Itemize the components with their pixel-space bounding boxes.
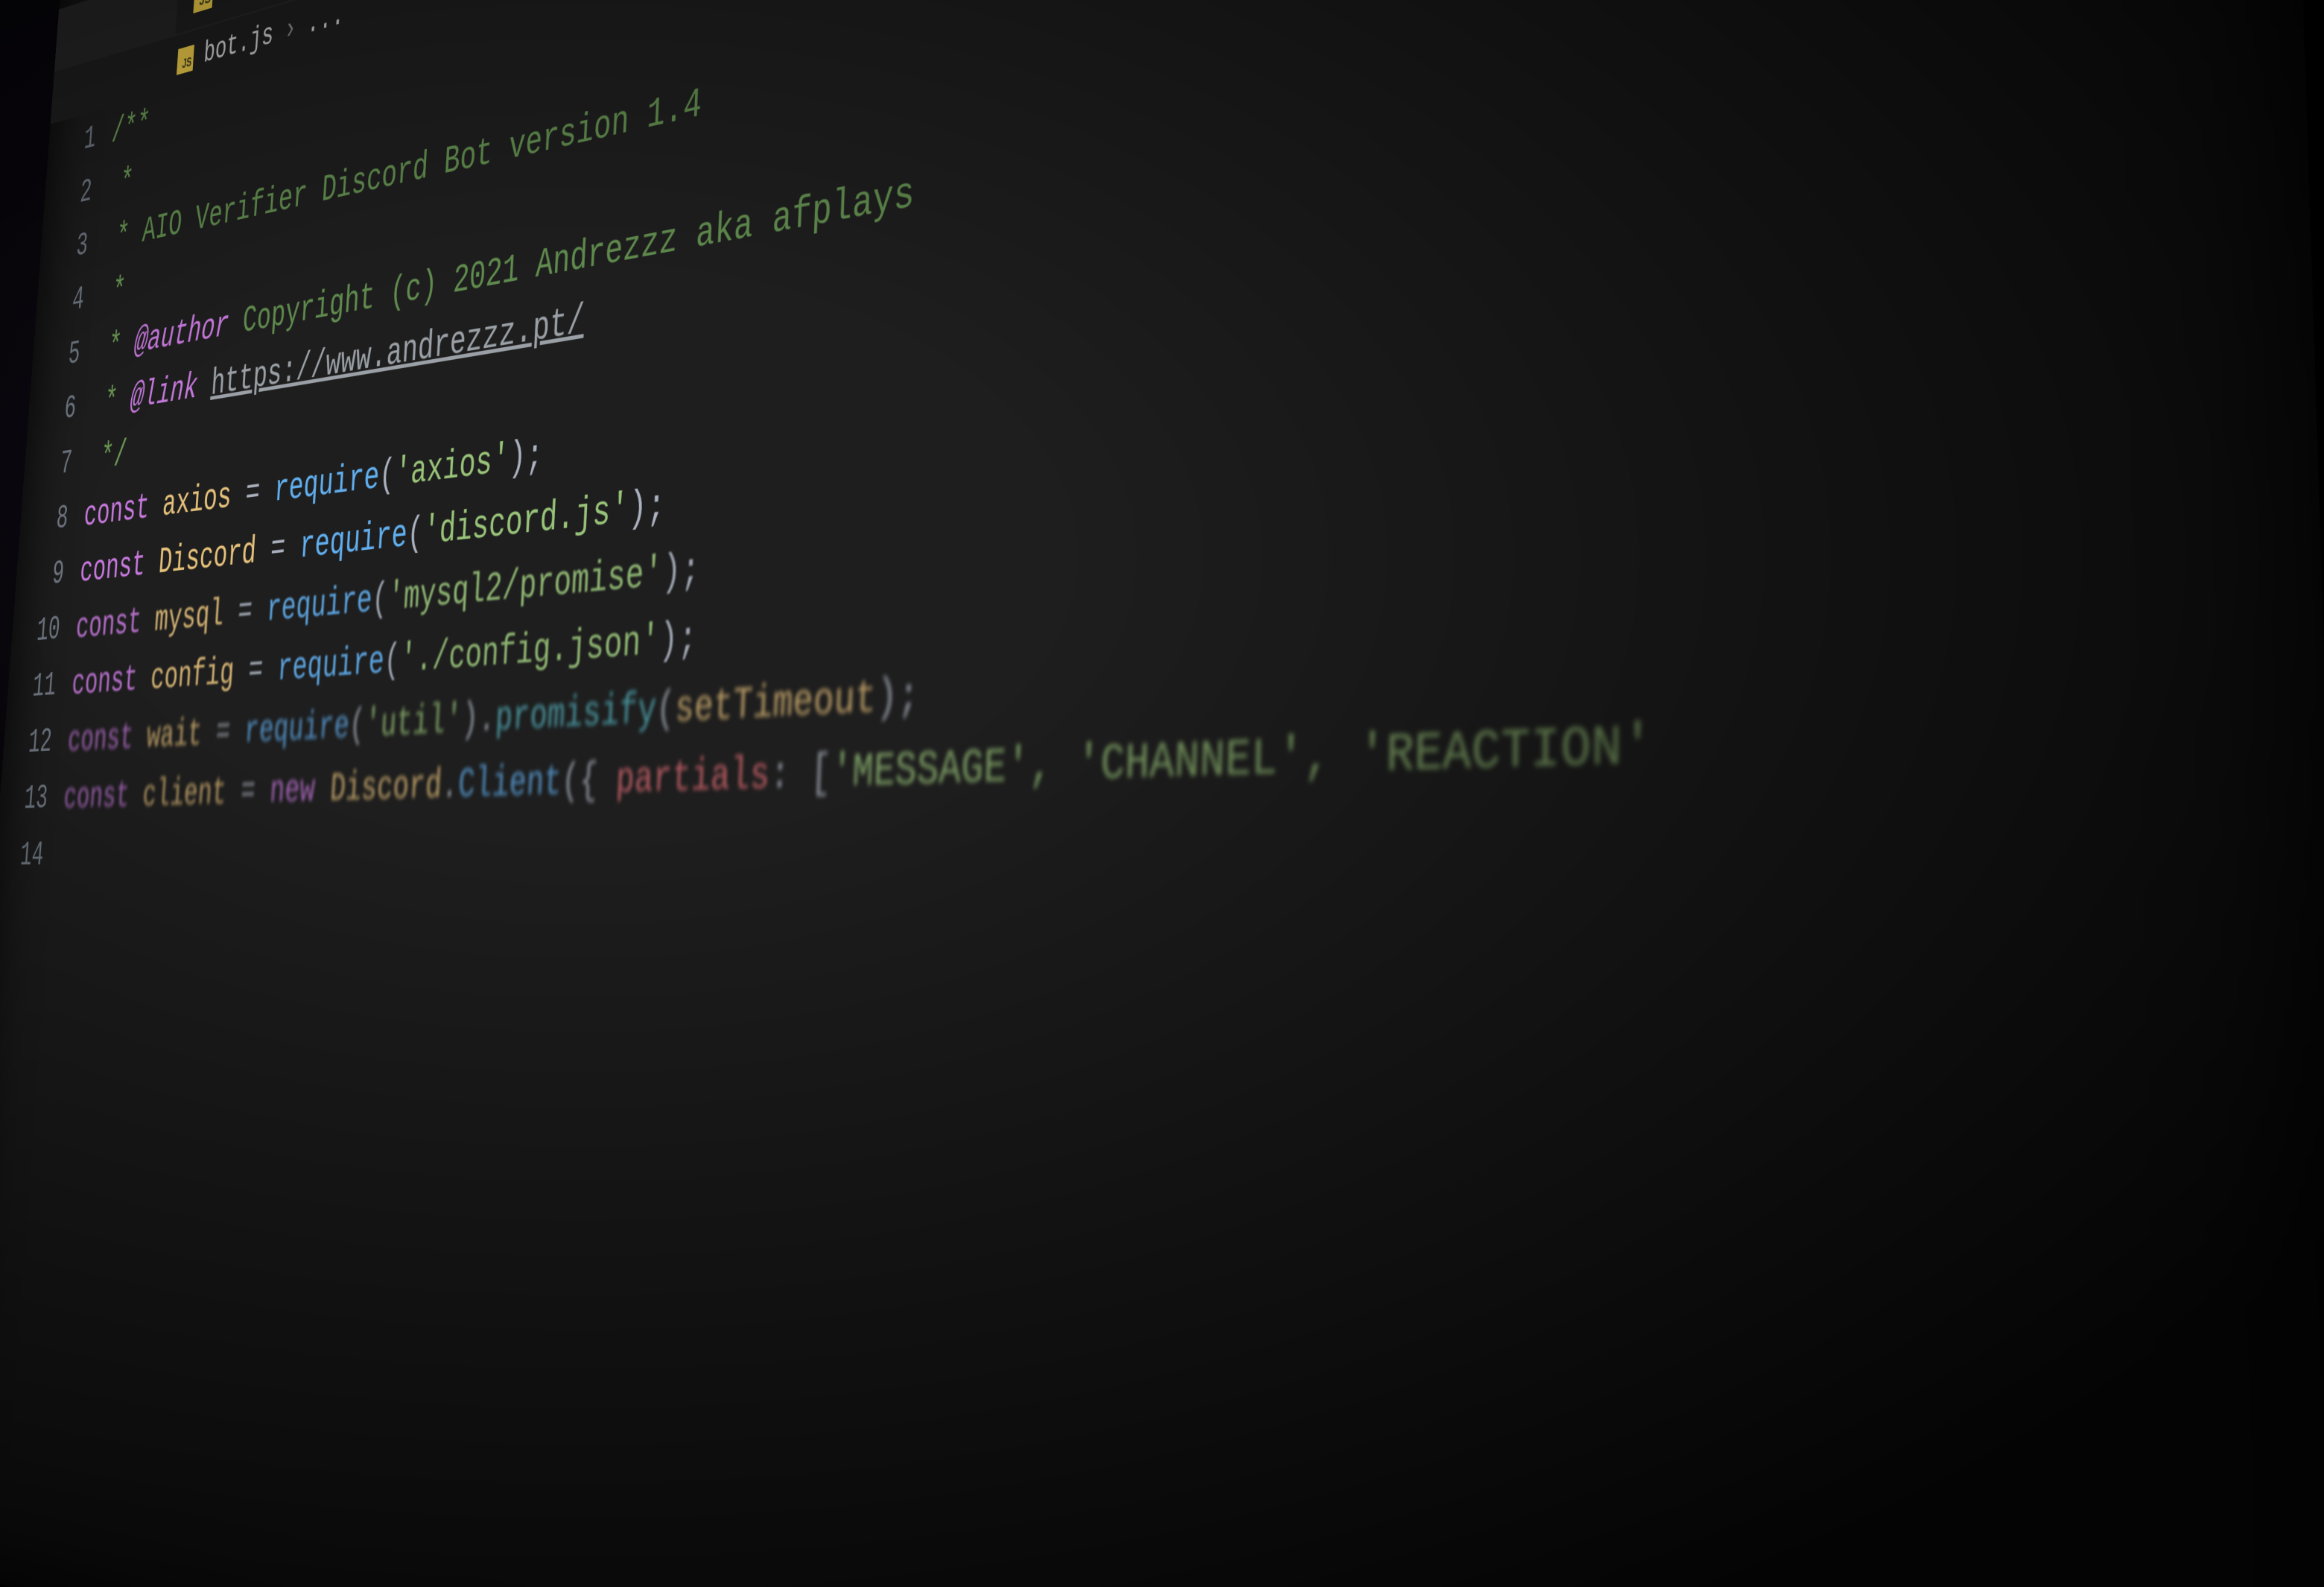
line-number: 5 xyxy=(31,326,82,390)
line-number: 14 xyxy=(0,827,45,884)
js-file-icon: JS xyxy=(193,0,214,13)
code-area[interactable]: /** * * AIO Verifier Discord Bot version… xyxy=(57,0,2324,884)
line-number: 7 xyxy=(22,436,74,498)
js-file-icon: JS xyxy=(177,45,194,75)
line-number: 8 xyxy=(19,491,70,552)
line-number: 6 xyxy=(27,381,78,443)
chevron-right-icon: › xyxy=(283,10,297,49)
breadcrumb-filename: bot.js xyxy=(203,17,275,72)
line-number: 12 xyxy=(1,714,54,773)
editor-window: Help JS bot.js × JS bot.js › ... 1 2 3 4… xyxy=(0,0,2324,1587)
viewport: Help JS bot.js × JS bot.js › ... 1 2 3 4… xyxy=(0,0,2324,1587)
line-number: 11 xyxy=(6,658,58,717)
line-number: 9 xyxy=(14,546,66,606)
code-editor[interactable]: 1 2 3 4 5 6 7 8 9 10 11 12 13 14 /** * *… xyxy=(0,0,2324,884)
line-number: 10 xyxy=(10,602,62,662)
line-number: 13 xyxy=(0,770,50,829)
breadcrumb-tail: ... xyxy=(306,0,346,43)
